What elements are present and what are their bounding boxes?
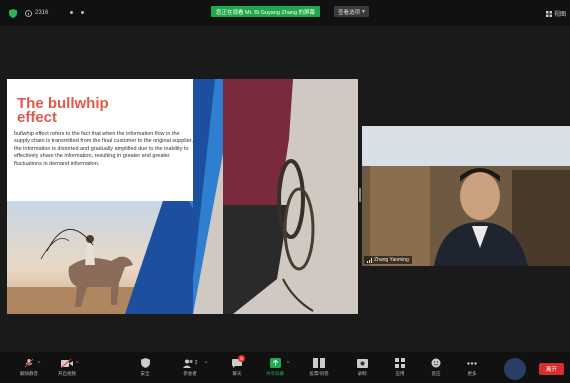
chevron-up-icon[interactable]: ^ — [38, 361, 40, 367]
apps-button[interactable]: 应用 — [383, 358, 417, 382]
mute-button[interactable]: 解除静音 ^ — [12, 358, 46, 382]
chevron-up-icon[interactable]: ^ — [287, 361, 289, 367]
view-options-button[interactable]: 查看选项 ▾ — [334, 6, 369, 17]
participant-video-frame — [362, 126, 570, 266]
info-icon — [25, 9, 32, 17]
chevron-up-icon[interactable]: ^ — [76, 361, 78, 367]
slide-title: The bullwhip effect — [17, 95, 109, 126]
floating-reaction-avatar — [504, 358, 526, 380]
shared-screen-slide: The bullwhip effect bullwhip effect refe… — [7, 79, 358, 314]
participant-video-tile[interactable]: Zhang Yanming — [362, 126, 570, 266]
status-dot — [70, 11, 73, 14]
encryption-shield-icon[interactable] — [9, 9, 17, 18]
share-screen-button[interactable]: 共享屏幕 ^ — [258, 358, 292, 382]
view-label: 视图 — [554, 12, 567, 18]
apps-icon — [394, 358, 406, 368]
horse-rider-photo — [7, 201, 203, 314]
shield-icon — [139, 358, 151, 368]
participants-button[interactable]: 2 参会者 ^ — [173, 358, 207, 382]
record-icon — [356, 358, 368, 368]
chevron-up-icon[interactable]: ^ — [205, 361, 207, 367]
screen-share-banner: 您正在观看 Mr. Bi Guyang Zhang 的屏幕 — [211, 6, 321, 17]
leave-meeting-button[interactable]: 离开 — [539, 363, 564, 375]
record-button[interactable]: 录制 — [345, 358, 379, 382]
participants-icon: 2 — [179, 358, 201, 368]
chat-unread-badge: 6 — [238, 355, 245, 362]
meeting-info-chip[interactable]: 2316 — [25, 8, 48, 18]
polls-icon — [313, 358, 325, 368]
meeting-toolbar: 解除静音 ^ 开启视频 ^ 安全 2 参会者 ^ 6 聊天 共享屏幕 ^ 投票/… — [0, 352, 570, 383]
view-options-label: 查看选项 — [338, 9, 361, 16]
resize-handle[interactable] — [359, 188, 361, 202]
video-off-icon — [61, 358, 73, 368]
chevron-down-icon: ▾ — [362, 8, 365, 15]
more-icon — [466, 358, 478, 368]
view-button[interactable]: 视图 — [546, 9, 566, 18]
chat-icon: 6 — [231, 355, 245, 368]
security-button[interactable]: 安全 — [128, 358, 162, 382]
participant-name: Zhang Yanming — [374, 257, 409, 263]
polls-button[interactable]: 投票/问卷 — [302, 358, 336, 382]
grid-view-icon — [546, 10, 552, 17]
video-button[interactable]: 开启视频 ^ — [50, 358, 84, 382]
signal-icon — [367, 257, 372, 263]
microphone-muted-icon — [23, 358, 35, 368]
share-screen-icon — [269, 358, 281, 368]
chat-button[interactable]: 6 聊天 — [220, 355, 254, 382]
status-dot — [81, 11, 84, 14]
more-button[interactable]: 更多 — [455, 358, 489, 382]
slide-body-text: bullwhip effect refers to the fact that … — [14, 131, 193, 167]
reactions-button[interactable]: 反应 — [419, 358, 453, 382]
whip-closeup-photo — [193, 79, 358, 314]
reactions-icon — [430, 358, 442, 368]
meeting-id: 2316 — [35, 10, 49, 16]
participant-count: 2 — [194, 360, 198, 366]
participant-name-label: Zhang Yanming — [364, 256, 412, 264]
